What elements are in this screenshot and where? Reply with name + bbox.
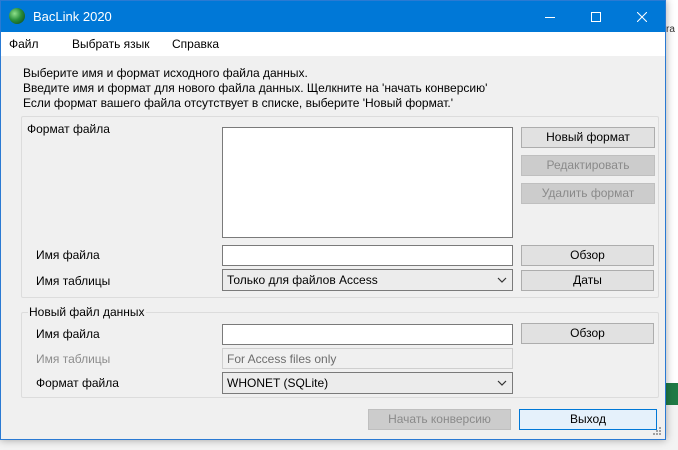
chevron-down-icon	[497, 277, 507, 283]
instruction-line: Если формат вашего файла отсутствует в с…	[23, 96, 454, 110]
target-file-format-label: Формат файла	[36, 376, 119, 390]
close-icon	[637, 11, 647, 22]
menu-file[interactable]: Файл	[9, 37, 39, 51]
source-file-name-label: Имя файла	[36, 248, 100, 262]
source-table-name-value: Только для файлов Access	[227, 273, 378, 287]
menu-help[interactable]: Справка	[172, 37, 219, 51]
new-data-file-group-title: Новый файл данных	[28, 305, 146, 319]
edit-format-button[interactable]: Редактировать	[521, 155, 655, 176]
target-table-name-input[interactable]: For Access files only	[222, 348, 513, 369]
target-file-format-select[interactable]: WHONET (SQLite)	[222, 372, 513, 394]
background-header-text: ra	[666, 24, 675, 35]
maximize-button[interactable]	[573, 1, 619, 32]
dates-button[interactable]: Даты	[521, 270, 654, 291]
source-file-format-label: Формат файла	[27, 122, 110, 136]
window-title: BacLink 2020	[33, 9, 112, 24]
target-file-format-value: WHONET (SQLite)	[227, 376, 329, 390]
target-browse-button[interactable]: Обзор	[521, 323, 654, 344]
source-table-name-select[interactable]: Только для файлов Access	[222, 269, 513, 291]
new-format-button[interactable]: Новый формат	[521, 127, 655, 148]
delete-format-button[interactable]: Удалить формат	[521, 183, 655, 204]
minimize-button[interactable]	[527, 1, 573, 32]
source-table-name-label: Имя таблицы	[36, 274, 111, 288]
maximize-icon	[591, 11, 601, 22]
source-browse-button[interactable]: Обзор	[521, 245, 654, 266]
instructions: Выберите имя и формат исходного файла да…	[23, 66, 487, 111]
menu-language[interactable]: Выбрать язык	[72, 37, 150, 51]
title-bar[interactable]: BacLink 2020	[1, 1, 665, 32]
close-button[interactable]	[619, 1, 665, 32]
globe-icon	[9, 8, 25, 24]
source-file-name-input[interactable]	[222, 245, 513, 266]
target-file-name-label: Имя файла	[36, 327, 100, 341]
instruction-line: Выберите имя и формат исходного файла да…	[23, 66, 308, 80]
chevron-down-icon	[497, 380, 507, 386]
minimize-icon	[545, 16, 555, 18]
resize-grip-icon[interactable]	[652, 426, 662, 436]
instruction-line: Введите имя и формат для нового файла да…	[23, 81, 488, 95]
menu-bar: Файл Выбрать язык Справка	[1, 32, 665, 56]
file-format-list[interactable]	[222, 127, 513, 238]
exit-button[interactable]: Выход	[519, 409, 657, 430]
target-table-name-label: Имя таблицы	[36, 352, 111, 366]
target-file-name-input[interactable]	[222, 324, 513, 345]
baclink-window: BacLink 2020 Файл Выбрать язык Справка В…	[0, 0, 666, 440]
start-conversion-button[interactable]: Начать конверсию	[368, 409, 511, 430]
